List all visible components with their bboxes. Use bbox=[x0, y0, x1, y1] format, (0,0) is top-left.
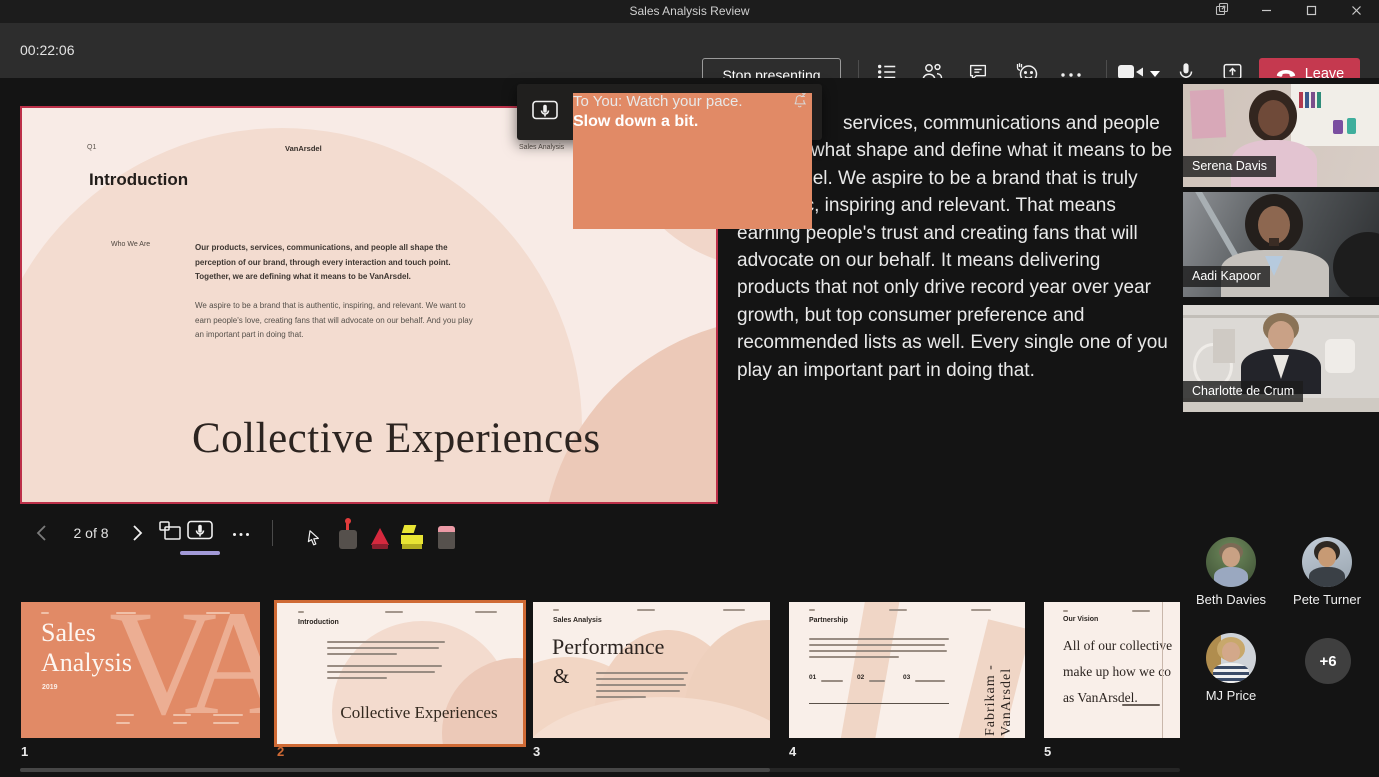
avatar-photo bbox=[1206, 537, 1256, 587]
avatar-name: MJ Price bbox=[1176, 688, 1286, 703]
thumbnail-item-3: 03 bbox=[903, 674, 910, 681]
avatar-photo bbox=[1302, 537, 1352, 587]
maximize-button[interactable] bbox=[1289, 0, 1334, 23]
thumbnail-number: 1 bbox=[21, 744, 28, 759]
slides-grid-icon bbox=[158, 520, 184, 547]
yellow-highlighter-icon bbox=[401, 525, 423, 549]
eraser-tool[interactable] bbox=[432, 517, 460, 549]
slide-position-indicator: 2 of 8 bbox=[58, 517, 124, 549]
thumbnail-item-2: 02 bbox=[857, 674, 864, 681]
minimize-button[interactable] bbox=[1244, 0, 1289, 23]
avatar-name: Pete Turner bbox=[1272, 592, 1379, 607]
coach-active-underline bbox=[180, 551, 220, 555]
slide-header-left: Q1 bbox=[87, 144, 96, 151]
slide-header-right: Sales Analysis bbox=[519, 144, 564, 151]
camera-dropdown-caret[interactable] bbox=[1150, 71, 1160, 77]
thumbnail-ampersand: & bbox=[553, 664, 569, 689]
thumbnail-number: 3 bbox=[533, 744, 540, 759]
thumbnail-vertical-text: Fabrikam - VanArsdel bbox=[983, 610, 1015, 736]
avatar-name: Beth Davies bbox=[1176, 592, 1286, 607]
teams-meeting-window: Sales Analysis Review bbox=[0, 0, 1379, 777]
participant-name-label: Aadi Kapoor bbox=[1183, 266, 1270, 287]
participants-rail: Serena Davis Aadi Kapoor bbox=[1183, 78, 1379, 777]
thumbnail-section: Introduction bbox=[298, 619, 339, 626]
thumbnail-line-1: All of our collective bbox=[1063, 638, 1172, 654]
toast-line-2: Slow down a bit. bbox=[573, 113, 819, 254]
slide-main-title: Collective Experiences bbox=[192, 414, 601, 463]
thumbnail-number: 5 bbox=[1044, 744, 1051, 759]
avatar-photo bbox=[1206, 633, 1256, 683]
thumbnail-header: Our Vision bbox=[1063, 616, 1098, 623]
snooze-notifications-button[interactable] bbox=[791, 92, 808, 114]
slide-thumbnail-5[interactable]: Our Vision All of our collective make up… bbox=[1044, 602, 1180, 738]
ellipsis-icon bbox=[232, 524, 250, 542]
filmstrip-scrollbar[interactable] bbox=[20, 768, 1180, 772]
meeting-stage: Q1 VanArsdel Sales Analysis Introduction… bbox=[0, 78, 1379, 777]
nav-more-button[interactable] bbox=[226, 517, 256, 549]
thumbnail-title: Sales Analysis bbox=[41, 618, 171, 678]
thumbnail-title: Performance bbox=[552, 634, 664, 660]
slide-section-title: Introduction bbox=[89, 170, 188, 190]
presenter-navbar: 2 of 8 bbox=[0, 515, 720, 555]
title-bar: Sales Analysis Review bbox=[0, 0, 1379, 23]
overflow-participants-badge[interactable]: +6 bbox=[1305, 638, 1351, 684]
video-tile-charlotte[interactable]: Charlotte de Crum bbox=[1183, 305, 1379, 412]
slide-label-who-we-are: Who We Are bbox=[111, 241, 150, 248]
avatar-pete-turner[interactable] bbox=[1302, 537, 1352, 587]
laser-pointer-tool[interactable] bbox=[334, 517, 362, 549]
eraser-icon bbox=[438, 526, 455, 549]
minimize-icon bbox=[1261, 3, 1272, 21]
slide-thumbnail-2-selected[interactable]: Introduction Collective Experiences bbox=[274, 600, 526, 747]
presenter-coach-toast[interactable]: To You: Watch your pace. Slow down a bit… bbox=[517, 84, 822, 140]
thumbnail-header: Sales Analysis bbox=[553, 617, 602, 624]
navbar-divider bbox=[272, 520, 273, 546]
avatar-beth-davies[interactable] bbox=[1206, 537, 1256, 587]
coach-screen-mic-icon bbox=[186, 519, 214, 548]
slide-paragraph-1: Our products, services, communications, … bbox=[195, 241, 475, 285]
presenter-coach-button[interactable] bbox=[185, 517, 215, 549]
cursor-tool[interactable] bbox=[300, 517, 328, 549]
thumbnail-year: 2019 bbox=[42, 684, 58, 691]
window-title: Sales Analysis Review bbox=[0, 0, 1379, 23]
slide-thumbnail-3[interactable]: Sales Analysis Performance & bbox=[533, 602, 770, 738]
thumbnail-edge-line bbox=[1162, 602, 1163, 738]
next-slide-button[interactable] bbox=[122, 517, 152, 549]
thumbnail-header: Partnership bbox=[809, 617, 848, 624]
presenter-coach-icon bbox=[531, 99, 559, 128]
slide-thumbnail-4[interactable]: Partnership 01 02 03 Fabrikam - VanArsde… bbox=[789, 602, 1025, 738]
highlighter-tool[interactable] bbox=[398, 517, 426, 549]
slide-header-center: VanArsdel bbox=[285, 144, 322, 153]
red-pen-icon bbox=[370, 525, 390, 549]
slide-grid-button[interactable] bbox=[156, 517, 186, 549]
thumbnail-number: 2 bbox=[277, 744, 284, 759]
meeting-toolbar: 00:22:06 Stop presenting bbox=[0, 23, 1379, 78]
thumbnail-item-1: 01 bbox=[809, 674, 816, 681]
laser-pointer-icon bbox=[339, 530, 357, 549]
popout-button[interactable] bbox=[1199, 0, 1244, 23]
participant-name-label: Charlotte de Crum bbox=[1183, 381, 1303, 402]
slide-paragraph-2: We aspire to be a brand that is authenti… bbox=[195, 299, 475, 343]
close-icon bbox=[1351, 3, 1362, 21]
video-tile-serena[interactable]: Serena Davis bbox=[1183, 84, 1379, 187]
thumbnail-title: Collective Experiences bbox=[319, 703, 519, 723]
video-tile-aadi[interactable]: Aadi Kapoor bbox=[1183, 192, 1379, 297]
pen-tool[interactable] bbox=[366, 517, 394, 549]
thumbnail-line-2: make up how we co bbox=[1063, 664, 1171, 680]
maximize-icon bbox=[1306, 3, 1317, 21]
meeting-timer: 00:22:06 bbox=[20, 23, 75, 78]
participant-name-label: Serena Davis bbox=[1183, 156, 1276, 177]
close-button[interactable] bbox=[1334, 0, 1379, 23]
avatar-mj-price[interactable] bbox=[1206, 633, 1256, 683]
slide-thumbnail-1[interactable]: VA Sales Analysis 2019 bbox=[21, 602, 260, 738]
thumbnail-rule bbox=[809, 703, 949, 704]
window-controls bbox=[1199, 0, 1379, 23]
thumbnail-number: 4 bbox=[789, 744, 796, 759]
previous-slide-button[interactable] bbox=[26, 517, 56, 549]
popout-icon bbox=[1215, 2, 1229, 21]
